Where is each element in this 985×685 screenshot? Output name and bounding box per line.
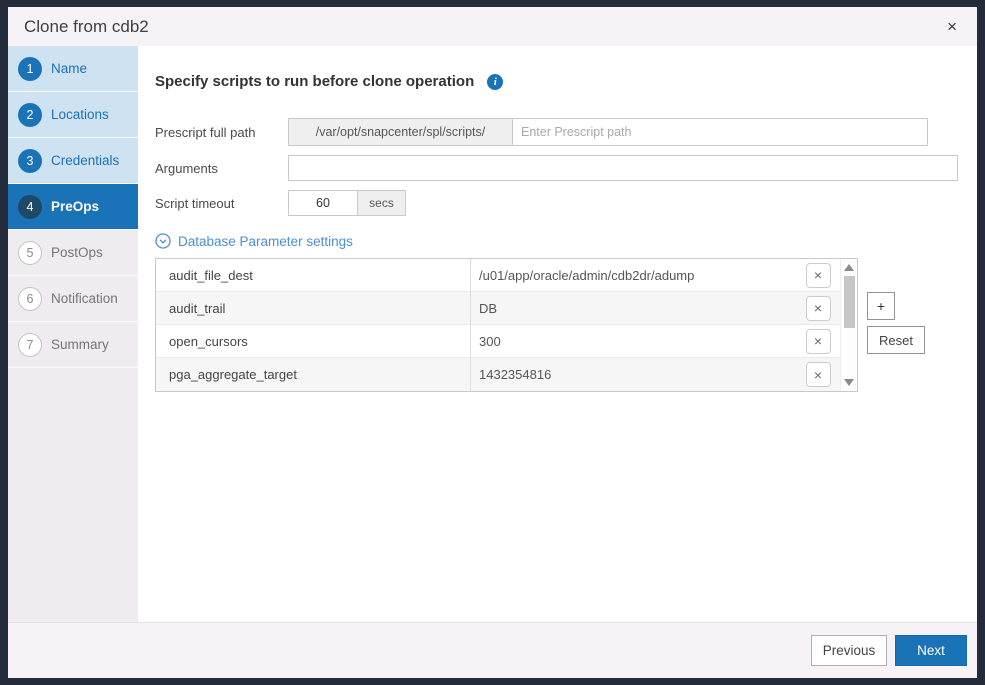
parameter-value-cell: 1432354816: [471, 358, 796, 391]
sidebar-step-summary[interactable]: 7 Summary: [8, 322, 138, 368]
step-label: Summary: [51, 337, 109, 352]
parameter-table: audit_file_dest /u01/app/oracle/admin/cd…: [155, 258, 858, 392]
prescript-path-prefix: /var/opt/snapcenter/spl/scripts/: [288, 118, 513, 146]
step-number-badge: 4: [18, 195, 42, 219]
delete-parameter-button[interactable]: ×: [806, 263, 831, 288]
table-row: open_cursors 300 ×: [156, 325, 857, 358]
sidebar-step-credentials[interactable]: 3 Credentials: [8, 138, 138, 184]
delete-parameter-button[interactable]: ×: [806, 362, 831, 387]
preops-panel: Specify scripts to run before clone oper…: [138, 46, 977, 622]
arguments-label: Arguments: [155, 161, 288, 176]
step-number-badge: 1: [18, 57, 42, 81]
timeout-unit: secs: [358, 190, 406, 216]
step-number-badge: 6: [18, 287, 42, 311]
previous-button[interactable]: Previous: [811, 635, 887, 666]
wizard-steps: 1 Name 2 Locations 3 Credentials 4 PreOp…: [8, 46, 138, 622]
scrollbar-thumb[interactable]: [844, 276, 855, 328]
table-row: pga_aggregate_target 1432354816 ×: [156, 358, 857, 391]
delete-parameter-button[interactable]: ×: [806, 296, 831, 321]
add-parameter-button[interactable]: +: [867, 292, 895, 320]
step-number-badge: 5: [18, 241, 42, 265]
table-row: audit_trail DB ×: [156, 292, 857, 325]
sidebar-step-notification[interactable]: 6 Notification: [8, 276, 138, 322]
parameter-table-zone: audit_file_dest /u01/app/oracle/admin/cd…: [155, 258, 977, 392]
reset-parameters-button[interactable]: Reset: [867, 326, 925, 354]
step-number-badge: 7: [18, 333, 42, 357]
prescript-path-input[interactable]: [513, 118, 928, 146]
sidebar-step-postops[interactable]: 5 PostOps: [8, 230, 138, 276]
prescript-row: Prescript full path /var/opt/snapcenter/…: [155, 118, 977, 146]
scrollbar-up-icon[interactable]: [844, 264, 854, 271]
parameter-name-cell: open_cursors: [156, 325, 471, 357]
parameter-value-cell: 300: [471, 325, 796, 357]
chevron-down-circle-icon: [155, 233, 171, 249]
timeout-input[interactable]: [288, 190, 358, 216]
parameter-name-cell: pga_aggregate_target: [156, 358, 471, 391]
step-label: PreOps: [51, 199, 99, 214]
parameter-value-cell: /u01/app/oracle/admin/cdb2dr/adump: [471, 259, 796, 291]
parameter-name-cell: audit_file_dest: [156, 259, 471, 291]
prescript-label: Prescript full path: [155, 125, 288, 140]
dialog-window: Clone from cdb2 × 1 Name 2 Locations 3 C…: [0, 0, 985, 685]
delete-parameter-button[interactable]: ×: [806, 329, 831, 354]
step-label: Notification: [51, 291, 118, 306]
parameter-value-cell: DB: [471, 292, 796, 324]
table-row: audit_file_dest /u01/app/oracle/admin/cd…: [156, 259, 857, 292]
footer-bar: Previous Next: [8, 622, 977, 678]
panel-title: Specify scripts to run before clone oper…: [155, 73, 474, 90]
scrollbar-down-icon[interactable]: [844, 379, 854, 386]
step-label: Locations: [51, 107, 109, 122]
step-label: PostOps: [51, 245, 103, 260]
database-parameter-settings-link[interactable]: Database Parameter settings: [155, 233, 353, 249]
step-label: Credentials: [51, 153, 119, 168]
panel-heading-row: Specify scripts to run before clone oper…: [155, 73, 977, 90]
sidebar-step-locations[interactable]: 2 Locations: [8, 92, 138, 138]
title-bar: Clone from cdb2 ×: [8, 7, 977, 46]
table-side-buttons: + Reset: [867, 292, 925, 354]
sidebar-step-name[interactable]: 1 Name: [8, 46, 138, 92]
database-parameter-settings-label: Database Parameter settings: [178, 234, 353, 249]
next-button[interactable]: Next: [895, 635, 967, 666]
arguments-row: Arguments: [155, 155, 977, 181]
timeout-row: Script timeout secs: [155, 190, 977, 216]
timeout-label: Script timeout: [155, 196, 288, 211]
info-icon[interactable]: i: [487, 74, 503, 90]
clone-wizard-dialog: Clone from cdb2 × 1 Name 2 Locations 3 C…: [8, 7, 977, 678]
dialog-title: Clone from cdb2: [24, 17, 149, 37]
step-number-badge: 3: [18, 149, 42, 173]
sidebar-step-preops[interactable]: 4 PreOps: [8, 184, 138, 230]
step-number-badge: 2: [18, 103, 42, 127]
parameter-name-cell: audit_trail: [156, 292, 471, 324]
close-icon[interactable]: ×: [943, 16, 961, 37]
table-scrollbar[interactable]: [840, 259, 857, 391]
arguments-input[interactable]: [288, 155, 958, 181]
step-label: Name: [51, 61, 87, 76]
parameter-rows: audit_file_dest /u01/app/oracle/admin/cd…: [156, 259, 857, 391]
dialog-body: 1 Name 2 Locations 3 Credentials 4 PreOp…: [8, 46, 977, 622]
